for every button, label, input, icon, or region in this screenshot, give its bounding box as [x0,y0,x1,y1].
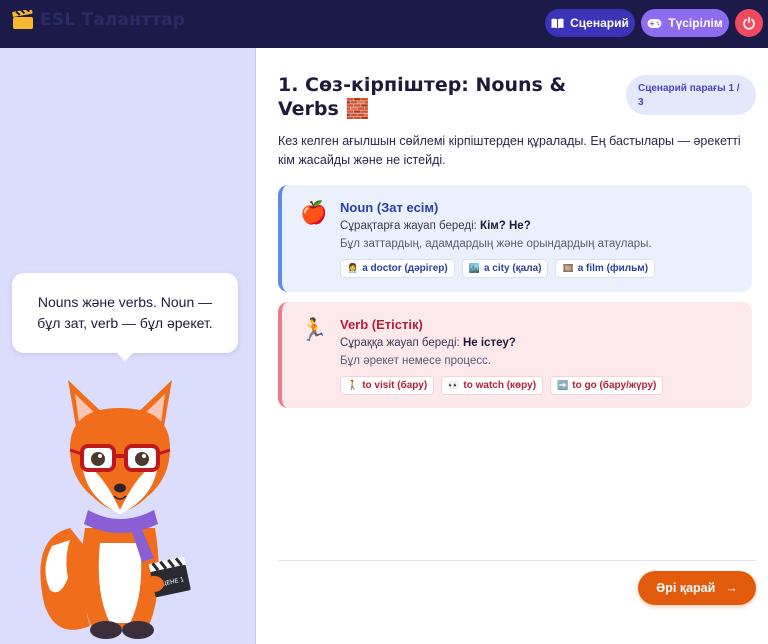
next-button[interactable]: Әрі қарай → [638,571,756,605]
script-button-label: Сценарий [570,16,629,30]
book-icon [551,18,564,28]
noun-chip-film[interactable]: 🎞️ a film (фильм) [555,259,656,278]
lesson-title: 1. Сөз-кірпіштер: Nouns & Verbs 🧱 [278,74,567,120]
verb-question-prefix: Сұраққа жауап береді: [340,337,463,349]
runner-icon: 🏃 [300,317,328,342]
noun-chip-label: a city (қала) [483,263,542,274]
verb-card: 🏃 Verb (Етістік) Сұраққа жауап береді: Н… [278,302,752,408]
right-arrow-icon: ➡️ [557,380,569,390]
verb-chip-label: to visit (бару) [362,380,428,391]
doctor-icon: 👩‍⚕️ [347,263,359,273]
verb-chip-label: to go (бару/жүру) [572,380,657,391]
speech-bubble: Nouns және verbs. Noun — бұл зат, verb —… [12,273,238,353]
app-name: ESL Таланттар [40,10,186,30]
verb-chip-go[interactable]: ➡️ to go (бару/жүру) [550,376,664,395]
noun-chip-doctor[interactable]: 👩‍⚕️ a doctor (дәрігер) [340,259,455,278]
lesson-content: 1. Сөз-кірпіштер: Nouns & Verbs 🧱 Сценар… [256,48,768,644]
apple-icon: 🍎 [300,200,328,225]
verb-question-bold: Не істеу? [462,337,516,349]
city-icon: 🏙️ [468,263,480,273]
walking-icon: 🚶 [347,380,359,390]
eyes-icon: 👀 [448,380,460,390]
verb-title: Verb (Етістік) [340,317,423,332]
verb-chip-watch[interactable]: 👀 to watch (көру) [441,376,544,395]
gamepad-icon [647,18,662,28]
mascot-panel: Nouns және verbs. Noun — бұл зат, verb —… [0,48,256,644]
power-button[interactable] [735,9,763,37]
verb-chip-label: to watch (көру) [463,380,537,391]
verb-chip-visit[interactable]: 🚶 to visit (бару) [340,376,435,395]
noun-description: Бұл заттардың, адамдардың және орындарды… [340,238,652,250]
noun-title: Noun (Зат есім) [340,200,439,215]
explain-button[interactable]: Түсірілім [641,9,729,37]
footer-divider [278,560,756,561]
power-icon [743,16,755,30]
clapperboard-icon [12,10,33,29]
explain-button-label: Түсірілім [668,16,723,30]
noun-chip-city[interactable]: 🏙️ a city (қала) [461,259,549,278]
fox-mascot: СЦЕНЕ 1 [40,380,191,639]
arrow-right-icon: → [725,581,738,595]
page-badge: Сценарий парағы 1 / 3 [626,75,756,115]
top-bar: ESL Таланттар Сценарий Түсірілім [0,0,768,48]
noun-examples: 👩‍⚕️ a doctor (дәрігер) 🏙️ a city (қала) 🎞… [340,259,738,278]
noun-chip-label: a doctor (дәрігер) [362,263,448,274]
speech-bubble-tail [116,352,134,361]
next-button-label: Әрі қарай [656,581,716,595]
verb-examples: 🚶 to visit (бару) 👀 to watch (көру) ➡️ to g… [340,376,738,395]
lesson-intro: Кез келген ағылшын сөйлемі кірпіштерден … [278,134,741,167]
film-icon: 🎞️ [562,263,574,273]
noun-question-prefix: Сұрақтарға жауап береді: [340,220,481,232]
noun-chip-label: a film (фильм) [577,263,649,274]
script-button[interactable]: Сценарий [545,9,635,37]
brand[interactable]: ESL Таланттар [12,10,185,30]
noun-question-bold: Кім? Не? [480,220,531,232]
speech-bubble-text: Nouns және verbs. Noun — бұл зат, verb —… [37,294,213,331]
verb-question: Сұраққа жауап береді: Не істеу? [340,335,738,352]
verb-description: Бұл әрекет немесе процесс. [340,355,491,367]
noun-card: 🍎 Noun (Зат есім) Сұрақтарға жауап беред… [278,185,752,292]
noun-question: Сұрақтарға жауап береді: Кім? Не? [340,218,738,235]
